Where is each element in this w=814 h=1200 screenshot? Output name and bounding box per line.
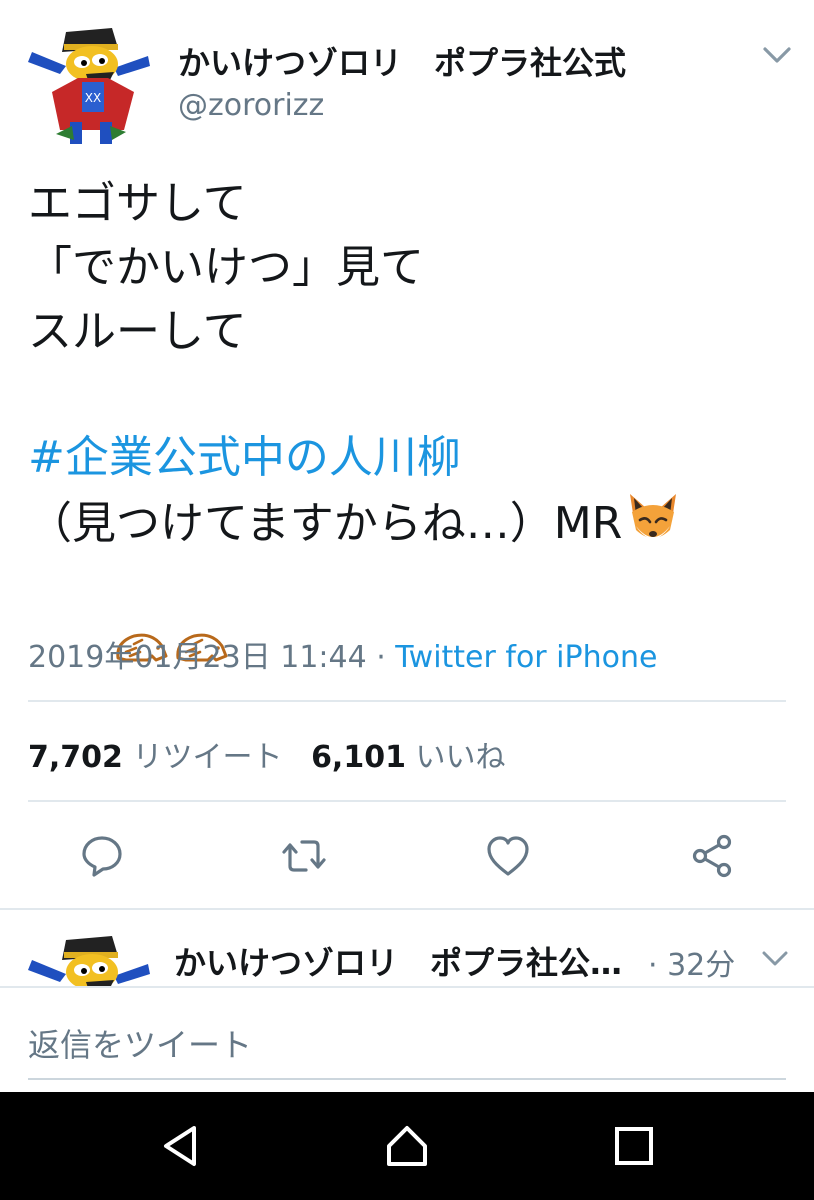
fox-face-emoji <box>630 494 677 540</box>
recents-icon[interactable] <box>608 1120 660 1172</box>
divider <box>28 800 786 802</box>
chevron-down-icon[interactable] <box>760 40 794 70</box>
display-name[interactable]: かいけつゾロリ ポプラ社公式 <box>178 38 626 84</box>
reply-icon[interactable] <box>78 832 126 880</box>
profile-avatar[interactable]: XX <box>26 22 154 150</box>
tweet-meta: 2019年01月23日 11:44 · Twitter for iPhone <box>28 632 657 676</box>
tweet-timestamp[interactable]: 2019年01月23日 11:44 <box>28 640 367 675</box>
tweet-text: エゴサして 「でかいけつ」見て スルーして #企業公式中の人川柳 （見つけてます… <box>28 172 788 662</box>
signature-text: （見つけてますからね…）MR <box>28 498 623 549</box>
reply-timestamp: · 32分 <box>648 948 736 983</box>
engagement-stats: 7,702 リツイート 6,101 いいね <box>28 732 506 776</box>
emoji-line <box>28 554 788 662</box>
tweet-line: エゴサして <box>28 178 247 229</box>
tweet-source-link[interactable]: Twitter for iPhone <box>395 640 657 675</box>
retweet-icon[interactable] <box>280 832 328 880</box>
like-icon[interactable] <box>484 832 532 880</box>
reply-compose-bar: 返信をツイート <box>0 986 814 1092</box>
input-underline <box>28 1078 786 1080</box>
reply-input[interactable]: 返信をツイート <box>28 1020 252 1066</box>
divider <box>0 908 814 910</box>
svg-text:XX: XX <box>85 91 101 105</box>
tweet-detail-page: XX かいけつゾロリ ポプラ社公式 @zororizz エゴサして 「でかいけつ… <box>0 0 814 1200</box>
tweet-line: 「でかいけつ」見て <box>28 242 424 293</box>
tweet-line: スルーして <box>28 306 247 357</box>
chevron-down-icon[interactable] <box>760 946 790 972</box>
signature-line: （見つけてますからね…）MR <box>28 490 788 554</box>
like-label[interactable]: いいね <box>416 740 506 775</box>
home-icon[interactable] <box>381 1120 433 1172</box>
retweet-label[interactable]: リツイート <box>132 740 282 775</box>
reply-display-name[interactable]: かいけつゾロリ ポプラ社公… <box>174 938 622 984</box>
user-handle[interactable]: @zororizz <box>178 88 324 123</box>
hashtag-link[interactable]: #企業公式中の人川柳 <box>28 426 788 490</box>
avatar-image <box>28 936 150 986</box>
system-nav-bar <box>0 1092 814 1200</box>
meta-separator: · <box>366 640 396 675</box>
like-count[interactable]: 6,101 <box>311 740 406 775</box>
share-icon[interactable] <box>688 832 736 880</box>
divider <box>28 700 786 702</box>
retweet-count[interactable]: 7,702 <box>28 740 123 775</box>
back-icon[interactable] <box>154 1120 206 1172</box>
reply-avatar[interactable] <box>26 930 156 986</box>
